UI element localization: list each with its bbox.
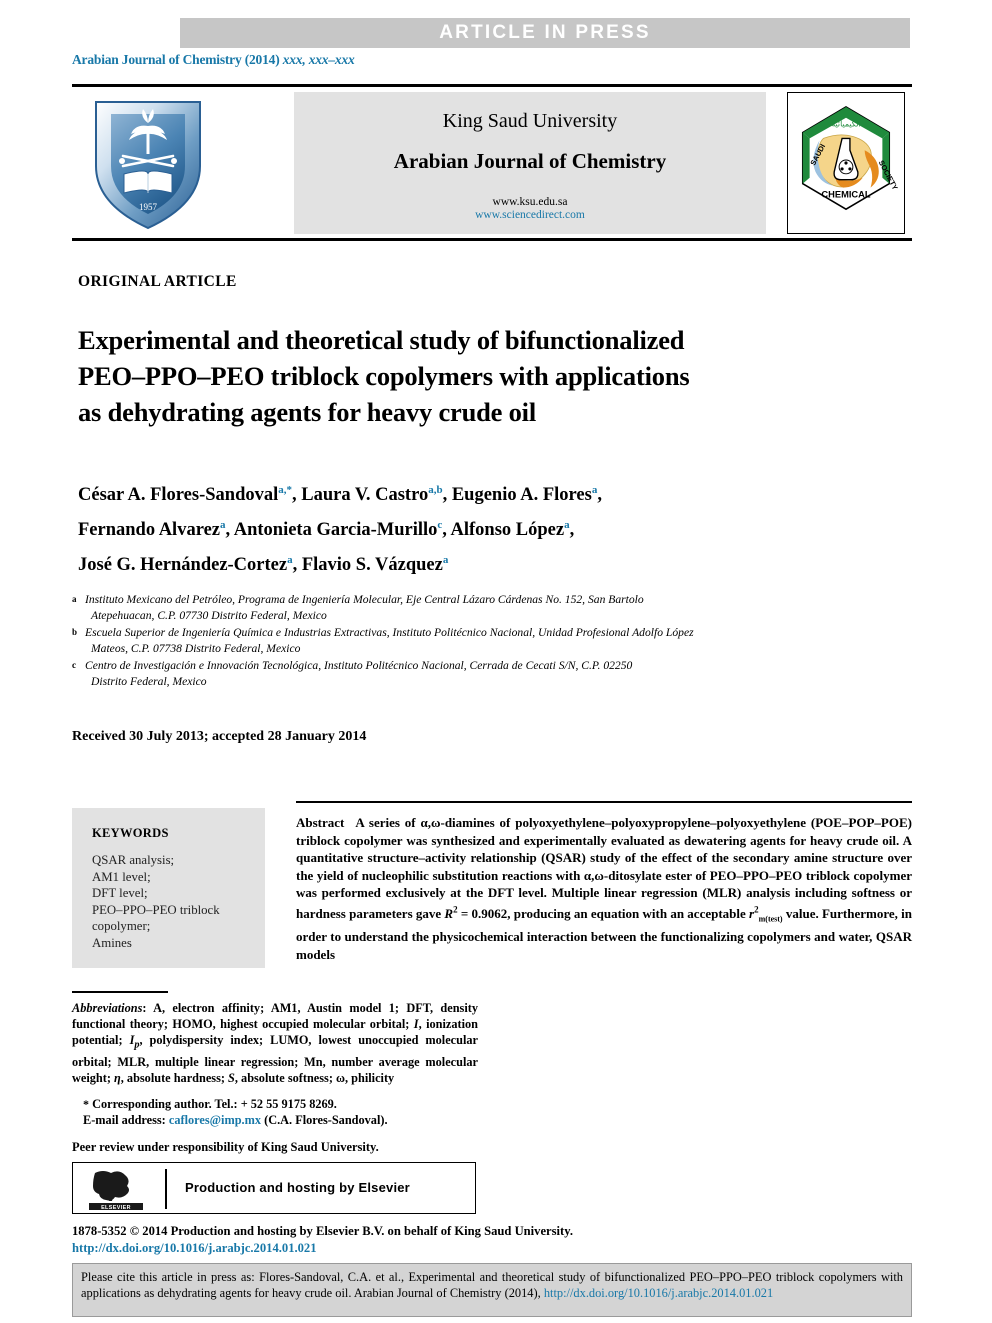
email-link[interactable]: caflores@imp.mx: [169, 1113, 261, 1127]
keyword-item: Amines: [92, 935, 132, 950]
affiliation-mark: b: [72, 626, 78, 637]
email-owner: (C.A. Flores-Sandoval).: [264, 1113, 388, 1128]
journal-ref-prefix: Arabian Journal of Chemistry (2014): [72, 52, 280, 67]
journal-reference-line: Arabian Journal of Chemistry (2014) xxx,…: [72, 52, 355, 68]
author-affil-mark: a: [220, 519, 226, 532]
author-affil-mark: a: [442, 554, 449, 567]
author-line-2: Fernando Alvareza, Antonieta Garcia-Muri…: [78, 519, 575, 541]
journal-title-box: King Saud University Arabian Journal of …: [294, 92, 766, 234]
affiliation-item: a Instituto Mexicano del Petróleo, Progr…: [72, 592, 932, 625]
keyword-item: DFT level;: [92, 886, 148, 901]
keywords-panel: KEYWORDS QSAR analysis; AM1 level; DFT l…: [72, 808, 265, 968]
corresponding-author-footnote: * Corresponding author. Tel.: + 52 55 91…: [72, 1096, 478, 1129]
affiliation-text: Instituto Mexicano del Petróleo, Program…: [85, 593, 644, 606]
elsevier-production-text: Production and hosting by Elsevier: [185, 1180, 410, 1195]
citation-text: Please cite this article in press as: Fl…: [81, 1270, 903, 1301]
abstract-r2-value: 0.9062: [471, 906, 508, 922]
author-name[interactable]: César A. Flores-Sandoval: [78, 485, 278, 505]
author-name[interactable]: José G. Hernández-Cortez: [78, 555, 287, 575]
affiliation-mark: c: [72, 659, 76, 670]
email-line: E-mail address: caflores@imp.mx (C.A. Fl…: [72, 1112, 478, 1128]
university-name: King Saud University: [442, 110, 618, 132]
received-accepted-line: Received 30 July 2013; accepted 28 Janua…: [72, 729, 367, 744]
affiliation-text-cont: Mateos, C.P. 07738 Distrito Federal, Mex…: [91, 642, 301, 656]
elsevier-wordmark: ELSEVIER: [101, 1205, 131, 1211]
scs-hexagon-icon: الكيميائية SAUDI SOCIETY CHEMICAL: [801, 106, 900, 211]
author-name[interactable]: Laura V. Castro: [301, 485, 428, 505]
affiliation-list: a Instituto Mexicano del Petróleo, Progr…: [72, 592, 932, 690]
article-type-label: ORIGINAL ARTICLE: [78, 273, 237, 290]
scs-arabic-top: الكيميائية: [831, 120, 860, 129]
asterisk-icon: *: [83, 1097, 89, 1111]
title-line-3: as dehydrating agents for heavy crude oi…: [78, 397, 537, 427]
article-in-press-banner: ARTICLE IN PRESS: [180, 18, 910, 48]
king-saud-university-logo: 1957: [78, 92, 218, 234]
affiliation-text: Escuela Superior de Ingeniería Química e…: [85, 625, 694, 639]
elsevier-tree-icon: ELSEVIER: [89, 1171, 143, 1211]
author-line-3: José G. Hernández-Corteza, Flavio S. Váz…: [78, 554, 449, 576]
elsevier-production-box: ELSEVIER Production and hosting by Elsev…: [72, 1162, 476, 1214]
author-name[interactable]: Fernando Alvarez: [78, 520, 220, 540]
abstract-block: Abstract A series of α,ω-diamines of poly…: [296, 814, 912, 964]
abstract-rule: [296, 801, 912, 803]
article-in-press-label: ARTICLE IN PRESS: [439, 22, 651, 43]
journal-masthead: 1957 King Saud University Arabian Journa…: [72, 90, 912, 236]
journal-ref-volume: xxx, xxx–xxx: [282, 52, 355, 67]
keywords-heading: KEYWORDS: [92, 826, 169, 840]
author-name[interactable]: Flavio S. Vázquez: [302, 555, 443, 575]
elsevier-box-divider: [165, 1169, 167, 1209]
author-name[interactable]: Eugenio A. Flores: [452, 485, 592, 505]
article-title: Experimental and theoretical study of bi…: [78, 322, 878, 430]
header-rule-top: [72, 84, 912, 87]
abstract-label: Abstract: [296, 815, 345, 830]
ksu-url[interactable]: www.ksu.edu.sa: [294, 196, 766, 208]
author-line-1: César A. Flores-Sandovala,*, Laura V. Ca…: [78, 484, 602, 506]
citation-doi-link[interactable]: http://dx.doi.org/10.1016/j.arabjc.2014.…: [544, 1286, 773, 1300]
corresponding-author-text: Corresponding author. Tel.: + 52 55 9175…: [92, 1097, 337, 1111]
keywords-items: QSAR analysis; AM1 level; DFT level; PEO…: [92, 852, 265, 952]
scs-label-chemical: CHEMICAL: [821, 189, 871, 199]
title-line-1: Experimental and theoretical study of bi…: [78, 325, 685, 355]
author-affil-mark: a: [564, 519, 570, 532]
ksu-logo-year: 1957: [139, 202, 158, 212]
journal-name: Arabian Journal of Chemistry: [393, 149, 667, 173]
abstract-text: A series of α,ω-diamines of polyoxyethyl…: [296, 815, 912, 963]
elsevier-logo: ELSEVIER: [85, 1167, 147, 1211]
email-label: E-mail address:: [83, 1113, 166, 1128]
peer-review-note: Peer review under responsibility of King…: [72, 1140, 379, 1154]
header-rule-bottom: [72, 238, 912, 241]
author-affil-mark: c: [437, 519, 443, 532]
keyword-item: AM1 level;: [92, 869, 151, 884]
keyword-item: copolymer;: [92, 919, 151, 934]
affiliation-text-cont: Distrito Federal, Mexico: [91, 675, 207, 689]
affiliation-item: c Centro de Investigación e Innovación T…: [72, 658, 932, 691]
doi-link[interactable]: http://dx.doi.org/10.1016/j.arabjc.2014.…: [72, 1241, 317, 1256]
author-name[interactable]: Antonieta Garcia-Murillo: [234, 520, 438, 540]
copyright-line: 1878-5352 © 2014 Production and hosting …: [72, 1224, 573, 1238]
abbreviations-footnote: Abbreviations: A, electron affinity; AM1…: [72, 1000, 478, 1086]
affiliation-item: b Escuela Superior de Ingeniería Química…: [72, 625, 932, 658]
author-affil-mark: a,b: [428, 484, 443, 496]
keyword-item: QSAR analysis;: [92, 853, 175, 867]
footnote-rule: [72, 991, 168, 993]
author-name[interactable]: Alfonso López: [451, 520, 565, 540]
author-list: César A. Flores-Sandovala,*, Laura V. Ca…: [78, 475, 898, 580]
author-affil-mark: a: [591, 484, 598, 496]
author-affil-mark: a: [287, 554, 293, 567]
author-affil-mark: a,*: [278, 484, 293, 496]
affiliation-text-cont: Atepehuacan, C.P. 07730 Distrito Federal…: [91, 609, 327, 623]
title-line-2: PEO–PPO–PEO triblock copolymers with app…: [78, 361, 690, 391]
sciencedirect-url[interactable]: www.sciencedirect.com: [294, 209, 766, 221]
article-first-page: ARTICLE IN PRESS Arabian Journal of Chem…: [0, 0, 992, 1323]
saudi-chemical-society-logo: الكيميائية SAUDI SOCIETY CHEMICAL: [787, 92, 905, 234]
corresponding-author-line: * Corresponding author. Tel.: + 52 55 91…: [72, 1096, 478, 1112]
ksu-shield-icon: 1957: [95, 101, 201, 230]
affiliation-text: Centro de Investigación e Innovación Tec…: [85, 658, 633, 672]
abbreviations-label: Abbreviations: [72, 1001, 143, 1015]
affiliation-mark: a: [72, 594, 77, 604]
keyword-item: PEO–PPO–PEO triblock: [92, 902, 220, 917]
citation-request-box: Please cite this article in press as: Fl…: [72, 1263, 912, 1317]
